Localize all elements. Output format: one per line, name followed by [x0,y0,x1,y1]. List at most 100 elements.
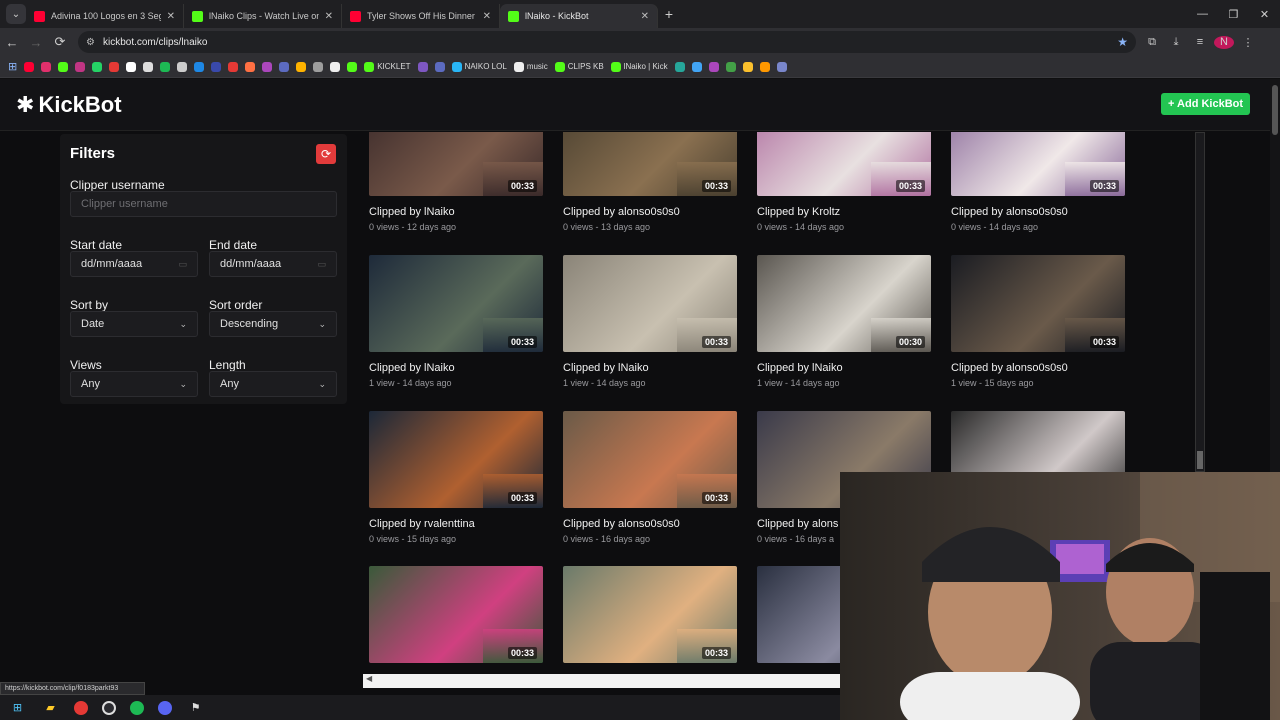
bookmark-item[interactable] [109,61,120,72]
close-tab-icon[interactable]: ✕ [483,11,491,22]
sort-by-select[interactable]: Date ⌄ [70,311,198,337]
bookmark-item[interactable] [41,61,52,72]
sort-order-select[interactable]: Descending ⌄ [209,311,337,337]
add-kickbot-button[interactable]: + Add KickBot [1161,93,1250,115]
close-tab-icon[interactable]: ✕ [325,11,333,22]
profile-avatar[interactable]: N [1214,35,1234,49]
bookmark-item[interactable]: lNaiko | Kick [610,61,668,72]
spotify-icon[interactable] [130,700,144,715]
bookmark-item[interactable] [126,61,137,72]
bookmark-item[interactable] [691,61,702,72]
site-info-icon[interactable]: ⚙ [86,37,95,48]
bookmark-item[interactable] [742,61,753,72]
page-scrollbar-thumb[interactable] [1272,85,1278,135]
clip-thumbnail[interactable]: 00:33 [563,566,737,663]
clip-clipper[interactable]: Clipped by lNaiko [369,206,543,218]
horizontal-scrollbar[interactable]: ◀ [363,674,840,688]
clip-thumbnail[interactable]: 00:33 [951,132,1125,196]
download-icon[interactable]: ⤓ [1166,36,1186,49]
clip-card[interactable]: 00:33 Clipped by lNaiko 1 view - 14 days a… [563,255,737,388]
clip-thumbnail[interactable]: 00:33 [369,132,543,196]
clip-thumbnail[interactable]: 00:33 [563,411,737,508]
back-icon[interactable]: ← [0,35,24,50]
bookmark-item[interactable] [417,61,428,72]
clip-thumbnail[interactable]: 00:33 [563,255,737,352]
apps-icon[interactable]: ⊞ [8,60,17,73]
close-tab-icon[interactable]: ✕ [167,11,175,22]
bookmark-star-icon[interactable]: ★ [1117,35,1128,49]
bookmark-item[interactable] [58,61,69,72]
clip-clipper[interactable]: Clipped by lNaiko [563,362,737,374]
bookmark-item[interactable] [262,61,273,72]
clip-card[interactable]: 00:33Clipped by alonso0s0s00 views - 16 … [369,566,543,682]
bookmark-item[interactable] [279,61,290,72]
clip-card[interactable]: 00:33Clipped by alonso0s0s00 views - 16 … [563,411,737,544]
maximize-icon[interactable]: ❐ [1218,8,1249,21]
clip-card[interactable]: 00:33 Clipped by lNaiko 0 views - 12 days … [369,132,543,232]
clip-card[interactable]: 00:30 Clipped by lNaiko 1 view - 14 days a… [757,255,931,388]
clip-card[interactable]: 00:33 Clipped by alonso0s0s0 0 views - 13 … [563,132,737,232]
bookmark-item[interactable]: NAIKO LOL [451,61,507,72]
bookmark-item[interactable]: KICKLET [364,61,411,72]
clip-thumbnail[interactable]: 00:33 [369,411,543,508]
reload-icon[interactable]: ⟳ [48,34,72,50]
close-tab-icon[interactable]: ✕ [641,11,649,22]
bookmark-item[interactable] [245,61,256,72]
clip-thumbnail[interactable]: 00:30 [757,255,931,352]
bookmark-item[interactable] [211,61,222,72]
bookmark-item[interactable] [160,61,171,72]
bookmark-item[interactable] [759,61,770,72]
clip-thumbnail[interactable]: 00:33 [369,566,543,663]
clip-clipper[interactable]: Clipped by lNaiko [369,362,543,374]
bookmark-item[interactable]: music [513,61,548,72]
forward-icon[interactable]: → [24,35,48,50]
bookmark-item[interactable] [708,61,719,72]
bookmark-item[interactable] [347,61,358,72]
bookmark-item[interactable] [24,61,35,72]
clip-card[interactable]: 00:33Clipped by rvalenttina0 views - 16 … [563,566,737,682]
kickbot-logo[interactable]: ✱ KickBot [16,92,122,118]
clipper-username-input[interactable]: Clipper username [70,191,337,217]
bookmark-item[interactable] [143,61,154,72]
browser-tab[interactable]: Tyler Shows Off His Dinner - Yo ✕ [342,4,500,28]
start-date-input[interactable]: dd/mm/aaaa ▭ [70,251,198,277]
grid-scrollbar[interactable] [1195,132,1205,472]
bookmark-item[interactable] [313,61,324,72]
browser-tab[interactable]: Adivina 100 Logos en 3 Segund ✕ [26,4,184,28]
clip-card[interactable]: 00:33 Clipped by alonso0s0s0 0 views - 14 … [951,132,1125,232]
windows-icon[interactable]: ⊞ [8,698,27,717]
grid-scrollbar-thumb[interactable] [1197,451,1203,469]
extensions-icon[interactable]: ⧉ [1142,36,1162,49]
clip-clipper[interactable]: Clipped by alonso0s0s0 [951,362,1125,374]
clip-clipper[interactable]: Clipped by alonso0s0s0 [563,518,737,530]
clip-card[interactable]: 00:33 Clipped by alonso0s0s0 1 view - 15 d… [951,255,1125,388]
bookmark-item[interactable] [75,61,86,72]
discord-icon[interactable] [158,700,172,715]
bookmark-item[interactable] [330,61,341,72]
clip-thumbnail[interactable]: 00:33 [563,132,737,196]
clip-thumbnail[interactable]: 00:33 [951,255,1125,352]
obs-icon[interactable] [102,700,116,715]
close-window-icon[interactable]: ✕ [1249,8,1280,21]
clip-card[interactable]: 00:33 Clipped by rvalenttina 0 views - 15 … [369,411,543,544]
tab-search-icon[interactable]: ⌄ [6,4,26,24]
bookmark-item[interactable] [177,61,188,72]
address-bar[interactable]: ⚙ kickbot.com/clips/lnaiko ★ [78,31,1136,53]
clip-card[interactable]: 00:33 Clipped by Kroltz 0 views - 14 days … [757,132,931,232]
clip-clipper[interactable]: Clipped by rvalenttina [369,518,543,530]
browser-tab[interactable]: lNaiko Clips - Watch Live on Ki ✕ [184,4,342,28]
new-tab-button[interactable]: + [658,6,680,22]
clip-clipper[interactable]: Clipped by alonso0s0s0 [563,206,737,218]
bookmark-item[interactable] [92,61,103,72]
clip-clipper[interactable]: Clipped by lNaiko [757,362,931,374]
length-select[interactable]: Any ⌄ [209,371,337,397]
calendar-icon[interactable]: ▭ [317,259,326,270]
bookmark-item[interactable] [434,61,445,72]
clip-card[interactable]: 00:33 Clipped by lNaiko 1 view - 14 days a… [369,255,543,388]
browser-tab[interactable]: lNaiko - KickBot ✕ [500,4,658,28]
bookmark-item[interactable] [228,61,239,72]
bookmark-item[interactable]: CLIPS KB [554,61,604,72]
clip-thumbnail[interactable]: 00:33 [757,132,931,196]
calendar-icon[interactable]: ▭ [178,259,187,270]
minimize-icon[interactable]: — [1187,8,1218,21]
